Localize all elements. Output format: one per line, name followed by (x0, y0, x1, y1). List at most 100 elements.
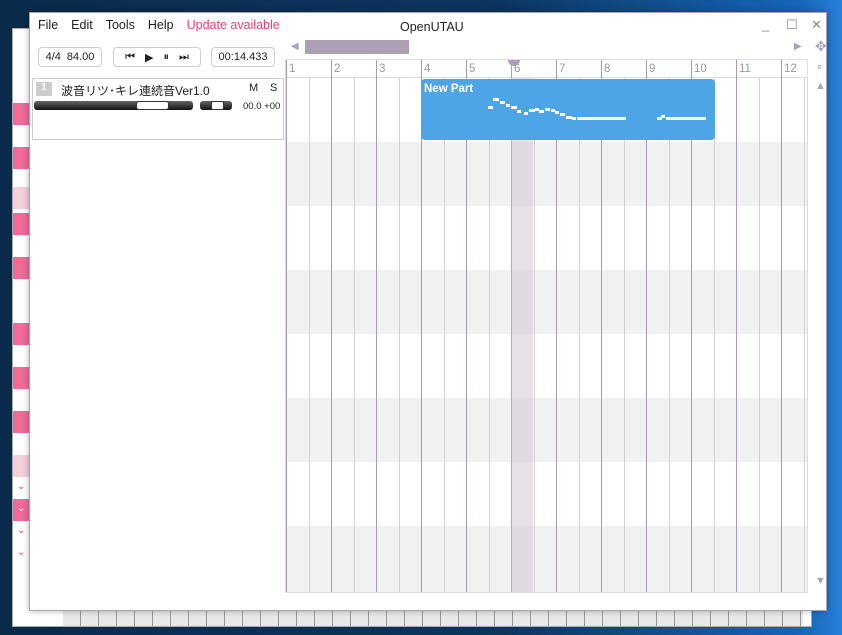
pan-value: +00 (264, 101, 281, 112)
volume-value: 00.0 (243, 101, 262, 112)
note (511, 106, 517, 109)
maximize-button[interactable]: ☐ (786, 17, 798, 33)
beat-line (533, 78, 535, 592)
playhead-column (511, 78, 533, 592)
bar-number: 10 (694, 63, 707, 75)
volume-slider[interactable] (34, 101, 193, 110)
bg-stripe (13, 411, 29, 433)
pause-icon[interactable]: ⏸ (163, 51, 169, 64)
timeline-grid[interactable]: 1 2 3 4 5 6 7 8 9 10 11 12 New Part (285, 59, 808, 593)
window-title: OpenUTAU (400, 20, 464, 34)
part-name: New Part (424, 83, 474, 95)
minimize-button[interactable]: _ (762, 17, 769, 32)
scroll-left-icon[interactable]: ◀ (291, 41, 299, 52)
bar-line (286, 60, 287, 592)
play-icon[interactable]: ▶ (145, 51, 153, 64)
close-button[interactable]: ✕ (811, 17, 822, 33)
chevron-down-icon[interactable]: ⌄ (17, 481, 25, 492)
bg-stripe (13, 187, 29, 209)
background-ruler (63, 610, 803, 626)
track-lane (286, 206, 807, 270)
beat-line (668, 78, 670, 592)
note (666, 117, 706, 120)
bar-number: 1 (289, 63, 296, 75)
tempo-button[interactable]: 4/4 84.00 (38, 47, 102, 67)
note (539, 110, 544, 113)
bar-number: 7 (559, 63, 566, 75)
menu-bar: File Edit Tools Help Update available (38, 18, 280, 32)
note (661, 115, 665, 118)
note (488, 106, 493, 109)
volume-knob[interactable] (136, 101, 169, 110)
bg-stripe (13, 367, 29, 389)
timecode-display: 00:14.433 (211, 47, 275, 67)
time-signature: 4/4 (45, 51, 61, 63)
menu-help[interactable]: Help (148, 18, 174, 32)
beat-line (488, 78, 490, 592)
transport-controls: ⏮ ▶ ⏸ ⏭ (113, 47, 201, 67)
note (545, 108, 550, 111)
horizontal-scrollbar-thumb[interactable] (305, 40, 409, 54)
track-lane (286, 270, 807, 334)
scroll-right-icon[interactable]: ▶ (794, 41, 802, 52)
chevron-down-icon[interactable]: ⌄ (17, 525, 25, 536)
track-singer[interactable]: 波音リツ･キレ連続音Ver1.0 (61, 82, 210, 99)
beat-line (443, 78, 445, 592)
note (506, 104, 510, 107)
zoom-icon[interactable]: ⚬ (815, 61, 824, 74)
track-values: 00.0 +00 (243, 101, 280, 112)
bg-stripe (13, 103, 29, 125)
track-lane (286, 526, 807, 592)
note (524, 112, 528, 115)
solo-button[interactable]: S (270, 82, 277, 94)
bar-number: 4 (424, 63, 431, 75)
chevron-down-icon[interactable]: ⌄ (17, 547, 25, 558)
part-new-part[interactable]: New Part (421, 79, 715, 140)
main-window: File Edit Tools Help Update available Op… (29, 12, 827, 611)
pan-knob[interactable] (211, 101, 224, 110)
note (493, 98, 499, 101)
bar-number: 8 (604, 63, 611, 75)
beat-line (758, 78, 760, 592)
beat-line (803, 78, 805, 592)
menu-tools[interactable]: Tools (106, 18, 135, 32)
update-available-link[interactable]: Update available (187, 18, 280, 32)
scroll-up-icon[interactable]: ▲ (815, 80, 826, 92)
bar-line (421, 60, 422, 592)
bg-stripe (13, 257, 29, 279)
note (500, 101, 505, 104)
bpm: 84.00 (66, 51, 95, 63)
bar-line (376, 60, 377, 592)
bar-number: 9 (649, 63, 656, 75)
skip-back-icon[interactable]: ⏮ (125, 51, 135, 64)
track-header[interactable]: 1 波音リツ･キレ連続音Ver1.0 M S 00.0 +00 (32, 78, 284, 140)
track-lane (286, 334, 807, 398)
bar-number: 3 (379, 63, 386, 75)
beat-line (623, 78, 625, 592)
bar-line (331, 60, 332, 592)
menu-file[interactable]: File (38, 18, 58, 32)
mute-button[interactable]: M (249, 82, 258, 94)
beat-line (353, 78, 355, 592)
scroll-down-icon[interactable]: ▼ (815, 575, 826, 587)
bar-line (736, 60, 737, 592)
bar-line (781, 60, 782, 592)
note (517, 110, 521, 113)
bg-stripe (13, 455, 29, 477)
move-icon[interactable]: ✥ (815, 38, 827, 55)
beat-line (578, 78, 580, 592)
bar-number: 5 (469, 63, 476, 75)
note (581, 117, 626, 120)
track-lane (286, 398, 807, 462)
track-lane (286, 462, 807, 526)
note (555, 111, 559, 114)
menu-edit[interactable]: Edit (71, 18, 93, 32)
track-number: 1 (36, 82, 52, 96)
bar-number: 2 (334, 63, 341, 75)
chevron-down-icon[interactable]: ⌄ (17, 503, 25, 514)
bar-ruler[interactable]: 1 2 3 4 5 6 7 8 9 10 11 12 (286, 60, 807, 78)
track-lane (286, 142, 807, 206)
skip-forward-icon[interactable]: ⏭ (179, 51, 189, 64)
bg-stripe (13, 147, 29, 169)
bar-number: 11 (739, 63, 751, 75)
